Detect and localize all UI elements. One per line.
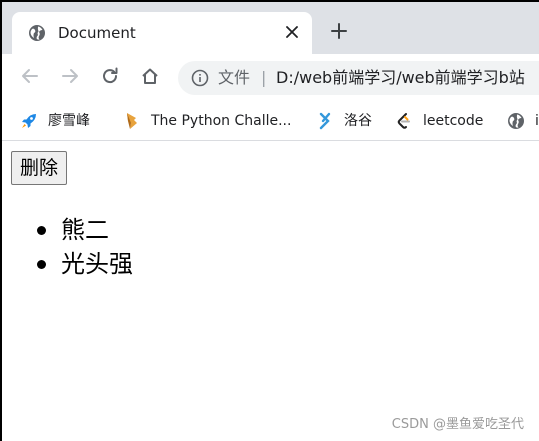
- bookmark-leetcode[interactable]: leetcode: [395, 110, 483, 132]
- address-bar[interactable]: 文件 | D:/web前端学习/web前端学习b站: [178, 61, 539, 95]
- toolbar: 文件 | D:/web前端学习/web前端学习b站: [2, 54, 539, 102]
- bookmark-python-challenge[interactable]: The Python Challe...: [123, 110, 291, 132]
- bookmark-label: The Python Challe...: [151, 113, 292, 129]
- browser-window: Document 文件 | D:/web前端学习/web前端学习b站 廖雪峰 T…: [2, 2, 539, 441]
- bookmarks-bar: 廖雪峰 The Python Challe... 洛谷 leetcode i: [2, 102, 539, 141]
- bookmark-label: leetcode: [423, 113, 484, 129]
- watermark: CSDN @墨鱼爱吃圣代: [391, 417, 524, 432]
- plus-icon: [331, 23, 347, 43]
- url-text: D:/web前端学习/web前端学习b站: [276, 68, 525, 87]
- tab-title: Document: [58, 24, 136, 42]
- reload-icon: [101, 67, 119, 89]
- forward-arrow-icon: [61, 67, 79, 89]
- back-arrow-icon: [21, 67, 39, 89]
- new-tab-button[interactable]: [327, 21, 351, 45]
- close-icon[interactable]: [282, 22, 302, 42]
- bullet-icon: [37, 226, 46, 235]
- bullet-icon: [37, 260, 46, 269]
- globe-icon: [507, 112, 525, 130]
- item-list: 熊二 光头强: [2, 213, 133, 281]
- omnibox-separator: |: [261, 68, 267, 87]
- list-item-label: 光头强: [61, 250, 133, 278]
- bookmark-label: i: [535, 113, 539, 129]
- bookmark-label: 洛谷: [344, 113, 372, 129]
- page-content: 删除 熊二 光头强 CSDN @墨鱼爱吃圣代: [2, 141, 539, 441]
- forward-button[interactable]: [58, 66, 82, 90]
- python-challenge-icon: [123, 112, 141, 130]
- bookmark-luogu[interactable]: 洛谷: [316, 110, 372, 132]
- list-item: 熊二: [2, 213, 133, 247]
- list-item: 光头强: [2, 247, 133, 281]
- bookmark-label: 廖雪峰: [48, 113, 90, 129]
- reload-button[interactable]: [98, 66, 122, 90]
- bookmark-truncated[interactable]: i: [507, 110, 539, 132]
- rocket-icon: [20, 112, 38, 130]
- globe-icon: [28, 24, 46, 42]
- home-button[interactable]: [138, 66, 162, 90]
- luogu-icon: [316, 112, 334, 130]
- back-button[interactable]: [18, 66, 42, 90]
- delete-button[interactable]: 删除: [11, 151, 68, 185]
- leetcode-icon: [395, 112, 413, 130]
- tab-document[interactable]: Document: [12, 12, 312, 54]
- home-icon: [141, 67, 159, 89]
- list-item-label: 熊二: [61, 216, 109, 244]
- file-scheme-label: 文件: [218, 68, 251, 87]
- tab-strip: Document: [2, 2, 539, 54]
- bookmark-liaoxuefeng[interactable]: 廖雪峰: [20, 110, 90, 132]
- info-icon[interactable]: [191, 69, 209, 87]
